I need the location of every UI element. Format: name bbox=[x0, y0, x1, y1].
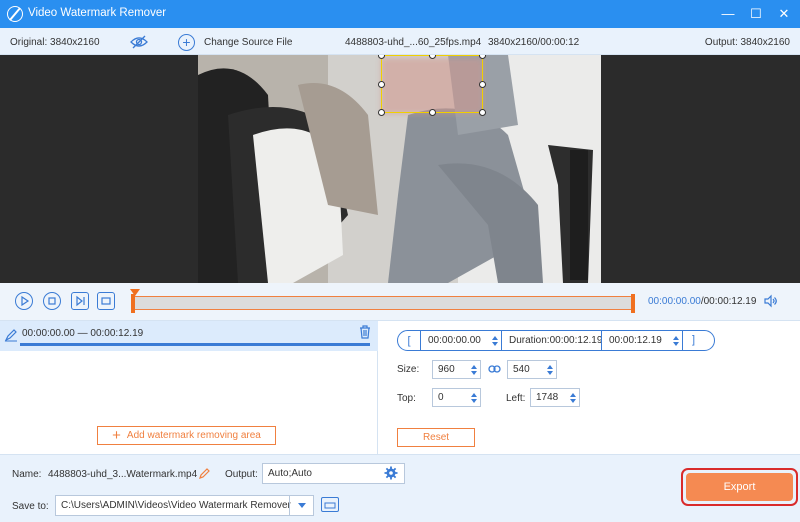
total-time: /00:00:12.19 bbox=[700, 296, 757, 307]
snapshot-icon bbox=[101, 297, 111, 305]
video-preview bbox=[0, 55, 800, 283]
stepper[interactable] bbox=[471, 361, 477, 378]
set-end-button[interactable]: ] bbox=[682, 331, 704, 350]
start-time-field[interactable]: 00:00:00.00 bbox=[420, 331, 501, 350]
segment-range-bar bbox=[20, 343, 370, 346]
output-file-name: 4488803-uhd_3...Watermark.mp4 bbox=[48, 469, 198, 480]
plus-icon: + bbox=[112, 427, 121, 444]
resize-handle[interactable] bbox=[479, 109, 486, 116]
title-bar: Video Watermark Remover — ☐ ✕ bbox=[0, 0, 800, 28]
source-file-meta: 3840x2160/00:00:12 bbox=[488, 37, 580, 48]
link-icon[interactable] bbox=[488, 364, 501, 374]
duration-value: Duration:00:00:12.19 bbox=[509, 335, 603, 346]
resize-handle[interactable] bbox=[378, 109, 385, 116]
resize-handle[interactable] bbox=[429, 55, 436, 59]
gear-icon[interactable] bbox=[384, 466, 398, 480]
save-path-value: C:\Users\ADMIN\Videos\Video Watermark Re… bbox=[61, 500, 291, 511]
stepper[interactable] bbox=[547, 361, 553, 378]
save-path-select[interactable]: C:\Users\ADMIN\Videos\Video Watermark Re… bbox=[55, 495, 314, 516]
resize-handle[interactable] bbox=[479, 81, 486, 88]
left-input[interactable]: 1748 bbox=[530, 388, 580, 407]
output-settings-bar: Name: 4488803-uhd_3...Watermark.mp4 Outp… bbox=[0, 454, 800, 522]
brush-icon bbox=[4, 329, 17, 342]
set-start-button[interactable]: [ bbox=[398, 335, 420, 347]
trim-start-handle[interactable] bbox=[131, 294, 135, 313]
play-icon bbox=[21, 295, 30, 307]
output-resolution: Output: 3840x2160 bbox=[704, 37, 790, 48]
left-value: 1748 bbox=[536, 392, 559, 403]
stepper[interactable] bbox=[471, 389, 477, 406]
resize-handle[interactable] bbox=[378, 55, 385, 59]
source-file-name: 4488803-uhd_...60_25fps.mp4 bbox=[345, 37, 482, 48]
watermark-selection-box[interactable] bbox=[378, 55, 486, 116]
duration-field: Duration:00:00:12.19 bbox=[501, 331, 603, 350]
next-frame-button[interactable] bbox=[71, 292, 89, 310]
close-button[interactable]: ✕ bbox=[773, 4, 795, 24]
volume-icon[interactable] bbox=[764, 294, 778, 308]
app-title: Video Watermark Remover bbox=[28, 7, 167, 19]
edit-icon[interactable] bbox=[199, 467, 211, 479]
list-item[interactable]: 00:00:00.00 — 00:00:12.19 bbox=[0, 321, 378, 351]
playback-controls: 00:00:00.00/00:00:12.19 bbox=[0, 283, 800, 321]
name-label: Name: bbox=[12, 469, 42, 480]
trash-icon[interactable] bbox=[359, 325, 371, 339]
left-label: Left: bbox=[506, 393, 526, 404]
play-button[interactable] bbox=[15, 292, 33, 310]
output-format-field[interactable]: Auto;Auto bbox=[262, 463, 405, 484]
maximize-button[interactable]: ☐ bbox=[745, 4, 767, 24]
video-frame[interactable] bbox=[198, 55, 601, 283]
area-settings-panel: [ 00:00:00.00 Duration:00:00:12.19 00:00… bbox=[378, 321, 800, 454]
segment-panel: 00:00:00.00 — 00:00:12.19 + Add watermar… bbox=[0, 321, 378, 454]
output-format-value: Auto;Auto bbox=[268, 468, 312, 479]
snapshot-button[interactable] bbox=[97, 292, 115, 310]
top-value: 0 bbox=[438, 392, 444, 403]
stepper[interactable] bbox=[570, 389, 576, 406]
add-watermark-label: Add watermark removing area bbox=[126, 430, 261, 441]
end-time-value: 00:00:12.19 bbox=[609, 335, 662, 346]
stepper[interactable] bbox=[492, 331, 498, 350]
output-label: Output: bbox=[225, 469, 258, 480]
info-bar: Original: 3840x2160 + Change Source File… bbox=[0, 28, 800, 55]
app-logo-icon bbox=[7, 6, 23, 22]
width-input[interactable]: 960 bbox=[432, 360, 481, 379]
top-label: Top: bbox=[397, 393, 416, 404]
end-time-field[interactable]: 00:00:12.19 bbox=[601, 331, 682, 350]
eye-toggle-icon[interactable] bbox=[130, 35, 148, 49]
export-highlight: Export bbox=[681, 468, 798, 506]
top-input[interactable]: 0 bbox=[432, 388, 481, 407]
start-time-value: 00:00:00.00 bbox=[428, 335, 481, 346]
trim-end-handle[interactable] bbox=[631, 294, 635, 313]
resize-handle[interactable] bbox=[429, 109, 436, 116]
width-value: 960 bbox=[438, 364, 455, 375]
stepper[interactable] bbox=[673, 331, 679, 350]
plus-icon: + bbox=[178, 33, 195, 51]
add-watermark-area-button[interactable]: + Add watermark removing area bbox=[97, 426, 276, 445]
size-label: Size: bbox=[397, 364, 420, 375]
current-time: 00:00:00.00 bbox=[648, 296, 701, 307]
folder-icon[interactable] bbox=[321, 497, 339, 512]
next-frame-icon bbox=[76, 295, 85, 307]
timeline-track[interactable] bbox=[131, 294, 635, 313]
segment-time-range: 00:00:00.00 — 00:00:12.19 bbox=[22, 328, 144, 339]
chevron-down-icon[interactable] bbox=[289, 496, 313, 515]
height-input[interactable]: 540 bbox=[507, 360, 557, 379]
change-source-button[interactable]: + Change Source File bbox=[178, 33, 292, 51]
resize-handle[interactable] bbox=[378, 81, 385, 88]
timecode: 00:00:00.00/00:00:12.19 bbox=[648, 296, 756, 307]
reset-button[interactable]: Reset bbox=[397, 428, 475, 447]
change-source-label: Change Source File bbox=[204, 36, 293, 48]
time-range-box: [ 00:00:00.00 Duration:00:00:12.19 00:00… bbox=[397, 330, 715, 351]
stop-button[interactable] bbox=[43, 292, 61, 310]
stop-icon bbox=[48, 297, 56, 305]
export-button[interactable]: Export bbox=[686, 473, 793, 501]
minimize-button[interactable]: — bbox=[717, 4, 739, 24]
height-value: 540 bbox=[513, 364, 530, 375]
save-to-label: Save to: bbox=[12, 501, 49, 512]
original-resolution: Original: 3840x2160 bbox=[10, 37, 100, 48]
